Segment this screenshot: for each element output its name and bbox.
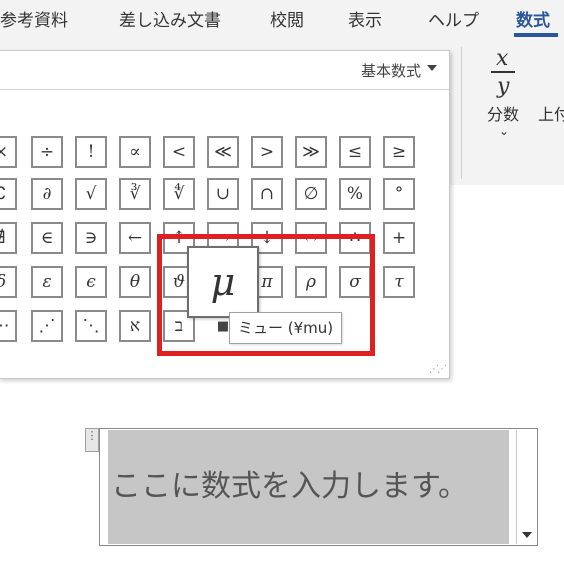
superscript-button-label[interactable]: 上付: [538, 101, 564, 125]
symbol-cell[interactable]: ÷: [31, 136, 63, 168]
fraction-icon[interactable]: x y: [486, 46, 522, 99]
equation-options[interactable]: [516, 430, 537, 544]
ribbon-tab-bar: 参考資料 差し込み文書 校閲 表示 ヘルプ 数式: [0, 0, 564, 40]
symbol-cell[interactable]: ∛: [119, 178, 151, 210]
symbol-cell[interactable]: ∈: [31, 222, 63, 254]
symbol-cell[interactable]: ⋱: [75, 310, 107, 342]
symbol-cell[interactable]: א: [119, 310, 151, 342]
symbol-cell[interactable]: σ: [339, 266, 371, 298]
equation-placeholder[interactable]: ここに数式を入力します。: [108, 430, 509, 544]
symbol-cell[interactable]: <: [163, 136, 195, 168]
symbol-cell[interactable]: ϵ: [75, 266, 107, 298]
symbol-cell[interactable]: ∴: [339, 222, 371, 254]
gallery-category-title[interactable]: 基本数式: [361, 60, 421, 81]
fraction-numerator: x: [496, 46, 509, 71]
symbol-cell[interactable]: +: [383, 222, 415, 254]
symbol-cell[interactable]: ∄: [0, 222, 17, 254]
equation-placeholder-text: ここに数式を入力します。: [111, 469, 468, 504]
symbol-cell[interactable]: τ: [383, 266, 415, 298]
tab-review[interactable]: 校閲: [270, 6, 304, 31]
symbol-cell[interactable]: ⋯: [0, 310, 17, 342]
ribbon-group-separator: [461, 47, 462, 179]
gallery-header[interactable]: 基本数式: [0, 51, 449, 90]
tab-references[interactable]: 参考資料: [0, 6, 68, 31]
symbol-cell[interactable]: %: [339, 178, 371, 210]
symbol-cell[interactable]: ×: [0, 136, 17, 168]
symbol-cell[interactable]: ⋰: [31, 310, 63, 342]
symbol-cell[interactable]: ∁: [0, 178, 17, 210]
tab-equation[interactable]: 数式: [516, 6, 550, 31]
symbol-tooltip: ミュー (¥mu): [229, 312, 343, 344]
symbol-cell[interactable]: ↔: [295, 222, 327, 254]
symbol-cell[interactable]: ≤: [339, 136, 371, 168]
tab-mailings[interactable]: 差し込み文書: [119, 6, 221, 31]
symbol-cell[interactable]: !: [75, 136, 107, 168]
active-tab-indicator: [514, 33, 558, 37]
symbol-cell[interactable]: ∩: [251, 178, 283, 210]
symbol-cell[interactable]: δ: [0, 266, 17, 298]
symbol-cell[interactable]: θ: [119, 266, 151, 298]
tab-view[interactable]: 表示: [348, 6, 382, 31]
dropdown-arrow-icon[interactable]: [427, 65, 437, 71]
symbol-cell[interactable]: °: [383, 178, 415, 210]
equation-drag-handle-icon[interactable]: ⋮: [85, 428, 99, 452]
tab-help[interactable]: ヘルプ: [428, 6, 479, 31]
symbol-cell[interactable]: ←: [119, 222, 151, 254]
symbol-cell[interactable]: ≪: [207, 136, 239, 168]
hovered-symbol-mu[interactable]: μ: [187, 246, 259, 318]
symbol-cell[interactable]: ∜: [163, 178, 195, 210]
symbol-cell[interactable]: ρ: [295, 266, 327, 298]
fraction-bar: [491, 71, 515, 73]
symbol-cell[interactable]: ≫: [295, 136, 327, 168]
symbol-cell[interactable]: ∂: [31, 178, 63, 210]
symbol-cell[interactable]: ∋: [75, 222, 107, 254]
symbol-cell[interactable]: ≥: [383, 136, 415, 168]
symbol-cell[interactable]: ε: [31, 266, 63, 298]
symbol-cell[interactable]: ∅: [295, 178, 327, 210]
symbol-cell[interactable]: ∝: [119, 136, 151, 168]
symbol-cell[interactable]: √: [75, 178, 107, 210]
symbol-gallery: 基本数式 ×÷!∝<≪>≫≤≥∁∂√∛∜∪∩∅%°∄∈∋←↑→↓↔∴+δεϵθϑ…: [0, 50, 450, 379]
symbol-cell[interactable]: ∪: [207, 178, 239, 210]
equation-options-dropdown-icon[interactable]: [522, 532, 532, 538]
symbol-cell[interactable]: >: [251, 136, 283, 168]
resize-grip-icon[interactable]: ⋰⋰: [429, 364, 447, 375]
chevron-down-icon[interactable]: ⌄: [499, 124, 509, 138]
fraction-button-label[interactable]: 分数: [487, 101, 519, 125]
fraction-denominator: y: [497, 74, 510, 99]
